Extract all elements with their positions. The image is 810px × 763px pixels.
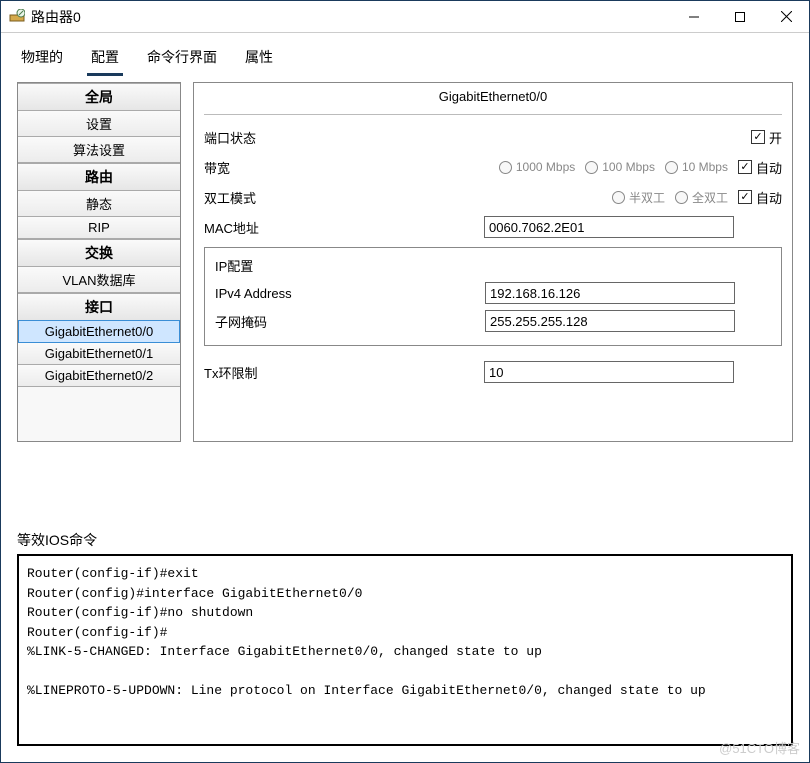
subnet-label: 子网掩码 bbox=[215, 312, 345, 331]
maximize-button[interactable] bbox=[717, 1, 763, 33]
router-config-window: 路由器0 物理的 配置 命令行界面 属性 全局 设置 算法设置 路由 静态 RI… bbox=[0, 0, 810, 763]
tx-row: Tx环限制 bbox=[204, 360, 782, 384]
duplex-row: 双工模式 半双工 全双工 自动 bbox=[204, 185, 782, 209]
mac-label: MAC地址 bbox=[204, 218, 324, 237]
sidebar-item-vlan[interactable]: VLAN数据库 bbox=[18, 266, 180, 293]
interface-panel: GigabitEthernet0/0 端口状态 开 带宽 1000 Mbps bbox=[193, 82, 793, 442]
tab-cli[interactable]: 命令行界面 bbox=[143, 41, 221, 76]
port-status-label: 端口状态 bbox=[204, 128, 324, 147]
bw-1000-radio[interactable] bbox=[499, 161, 512, 174]
port-status-checkbox[interactable] bbox=[751, 130, 765, 144]
tab-attributes[interactable]: 属性 bbox=[241, 41, 277, 76]
full-duplex-label: 全双工 bbox=[692, 189, 728, 206]
bw-10-radio[interactable] bbox=[665, 161, 678, 174]
ip-group-label: IP配置 bbox=[215, 256, 771, 275]
full-duplex-radio[interactable] bbox=[675, 191, 688, 204]
ip-config-group: IP配置 IPv4 Address 子网掩码 bbox=[204, 247, 782, 346]
ios-label: 等效IOS命令 bbox=[17, 530, 793, 550]
close-button[interactable] bbox=[763, 1, 809, 33]
minimize-button[interactable] bbox=[671, 1, 717, 33]
tab-config[interactable]: 配置 bbox=[87, 41, 123, 76]
duplex-label: 双工模式 bbox=[204, 188, 324, 207]
half-duplex-label: 半双工 bbox=[629, 189, 665, 206]
ipv4-label: IPv4 Address bbox=[215, 286, 345, 301]
subnet-input[interactable] bbox=[485, 310, 735, 332]
panel-title: GigabitEthernet0/0 bbox=[204, 87, 782, 106]
sidebar-item-rip[interactable]: RIP bbox=[18, 216, 180, 239]
config-sidebar[interactable]: 全局 设置 算法设置 路由 静态 RIP 交换 VLAN数据库 接口 Gigab… bbox=[17, 82, 181, 442]
sidebar-header-interface: 接口 bbox=[18, 293, 180, 321]
sidebar-header-routing: 路由 bbox=[18, 163, 180, 191]
sidebar-item-static[interactable]: 静态 bbox=[18, 190, 180, 217]
ios-section: 等效IOS命令 Router(config-if)#exit Router(co… bbox=[1, 524, 809, 762]
window-controls bbox=[671, 1, 809, 33]
sidebar-header-global: 全局 bbox=[18, 83, 180, 111]
duplex-auto-checkbox[interactable] bbox=[738, 190, 752, 204]
bw-100-radio[interactable] bbox=[585, 161, 598, 174]
sidebar-item-settings[interactable]: 设置 bbox=[18, 110, 180, 137]
sidebar-item-ge00[interactable]: GigabitEthernet0/0 bbox=[18, 320, 180, 343]
bandwidth-label: 带宽 bbox=[204, 158, 324, 177]
bw-auto-label: 自动 bbox=[756, 158, 782, 177]
port-on-label: 开 bbox=[769, 128, 782, 147]
bw-1000-label: 1000 Mbps bbox=[516, 160, 575, 174]
bw-10-label: 10 Mbps bbox=[682, 160, 728, 174]
bw-100-label: 100 Mbps bbox=[602, 160, 655, 174]
sidebar-header-switching: 交换 bbox=[18, 239, 180, 267]
window-title: 路由器0 bbox=[31, 7, 671, 27]
bandwidth-row: 带宽 1000 Mbps 100 Mbps 10 Mbps 自动 bbox=[204, 155, 782, 179]
ios-output[interactable]: Router(config-if)#exit Router(config)#in… bbox=[17, 554, 793, 746]
bw-auto-checkbox[interactable] bbox=[738, 160, 752, 174]
config-content: 全局 设置 算法设置 路由 静态 RIP 交换 VLAN数据库 接口 Gigab… bbox=[1, 76, 809, 524]
half-duplex-radio[interactable] bbox=[612, 191, 625, 204]
tx-label: Tx环限制 bbox=[204, 363, 324, 382]
tx-input[interactable] bbox=[484, 361, 734, 383]
titlebar: 路由器0 bbox=[1, 1, 809, 33]
tab-physical[interactable]: 物理的 bbox=[17, 41, 67, 76]
mac-input[interactable] bbox=[484, 216, 734, 238]
ipv4-input[interactable] bbox=[485, 282, 735, 304]
tab-bar: 物理的 配置 命令行界面 属性 bbox=[1, 33, 809, 76]
mac-row: MAC地址 bbox=[204, 215, 782, 239]
duplex-auto-label: 自动 bbox=[756, 188, 782, 207]
sidebar-item-ge02[interactable]: GigabitEthernet0/2 bbox=[18, 364, 180, 387]
port-status-row: 端口状态 开 bbox=[204, 125, 782, 149]
sidebar-item-ge01[interactable]: GigabitEthernet0/1 bbox=[18, 342, 180, 365]
app-icon bbox=[9, 9, 25, 25]
sidebar-item-algorithm[interactable]: 算法设置 bbox=[18, 136, 180, 163]
